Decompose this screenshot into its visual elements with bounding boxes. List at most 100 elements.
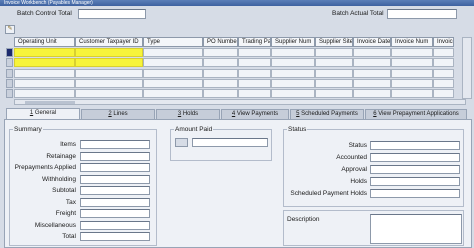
grid-cell[interactable]	[315, 69, 353, 78]
grid-cell[interactable]	[14, 58, 75, 67]
grid-cell[interactable]	[433, 79, 454, 88]
grid-cell[interactable]	[433, 58, 454, 67]
status-row-field[interactable]	[370, 141, 460, 150]
grid-cell[interactable]	[433, 48, 454, 57]
grid-cell[interactable]	[353, 69, 391, 78]
scroll-thumb[interactable]	[25, 101, 75, 104]
grid-cell[interactable]	[353, 48, 391, 57]
grid-cell[interactable]	[315, 48, 353, 57]
column-header-invoice[interactable]: Invoice	[433, 37, 454, 47]
grid-cell[interactable]	[271, 48, 315, 57]
grid-cell[interactable]	[75, 79, 143, 88]
grid-cell[interactable]	[391, 89, 433, 98]
grid-cell[interactable]	[315, 58, 353, 67]
grid-cell[interactable]	[271, 69, 315, 78]
tab-view-prepayment-applications-label: View Prepayment Applications	[376, 111, 459, 117]
grid-cell[interactable]	[143, 69, 203, 78]
tab-lines[interactable]: 2 Lines	[81, 109, 155, 119]
column-header-operating-unit[interactable]: Operating Unit	[14, 37, 75, 47]
grid-cell[interactable]	[433, 69, 454, 78]
grid-cell[interactable]	[75, 89, 143, 98]
grid-cell[interactable]	[353, 58, 391, 67]
grid-cell[interactable]	[75, 48, 143, 57]
column-header-trading-partner[interactable]: Trading Pa	[238, 37, 271, 47]
tab-general[interactable]: 1 General	[6, 108, 80, 119]
tab-scheduled-payments[interactable]: 5 Scheduled Payments	[290, 109, 364, 119]
grid-cell[interactable]	[143, 48, 203, 57]
summary-row-field[interactable]	[80, 174, 150, 184]
batch-control-total-field[interactable]	[78, 9, 146, 19]
batch-actual-total-label: Batch Actual Total	[332, 10, 384, 17]
grid-cell[interactable]	[203, 79, 238, 88]
column-header-type[interactable]: Type	[143, 37, 203, 47]
row-selector[interactable]	[6, 79, 13, 88]
grid-cell[interactable]	[391, 79, 433, 88]
summary-row-label: Subtotal	[52, 187, 76, 194]
grid-cell[interactable]	[353, 79, 391, 88]
grid-cell[interactable]	[238, 79, 271, 88]
summary-row-field[interactable]	[80, 151, 150, 161]
grid-cell[interactable]	[14, 48, 75, 57]
tab-view-payments[interactable]: 4 View Payments	[221, 109, 289, 119]
grid-cell[interactable]	[391, 69, 433, 78]
grid-cell[interactable]	[14, 79, 75, 88]
grid-cell[interactable]	[203, 89, 238, 98]
column-header-invoice-date[interactable]: Invoice Date	[353, 37, 391, 47]
grid-horizontal-scrollbar[interactable]	[14, 99, 466, 105]
column-header-supplier-site[interactable]: Supplier Site	[315, 37, 353, 47]
amount-paid-field[interactable]	[192, 138, 268, 147]
status-row-field[interactable]	[370, 177, 460, 186]
grid-cell[interactable]	[203, 58, 238, 67]
column-header-po-number[interactable]: PO Number	[203, 37, 238, 47]
summary-title: Summary	[13, 126, 43, 133]
batch-actual-total-field[interactable]	[387, 9, 457, 19]
grid-cell[interactable]	[75, 69, 143, 78]
row-selector[interactable]	[6, 89, 13, 98]
grid-vertical-scrollbar[interactable]	[462, 37, 472, 99]
grid-cell[interactable]	[315, 79, 353, 88]
row-selector[interactable]	[6, 48, 13, 57]
summary-row-field[interactable]	[80, 163, 150, 172]
status-row-field[interactable]	[370, 153, 460, 162]
grid-cell[interactable]	[203, 69, 238, 78]
description-field[interactable]	[370, 214, 462, 244]
grid-cell[interactable]	[271, 79, 315, 88]
tab-view-prepayment-applications[interactable]: 6 View Prepayment Applications	[365, 109, 467, 119]
row-selector[interactable]	[6, 58, 13, 67]
grid-cell[interactable]	[353, 89, 391, 98]
grid-cell[interactable]	[14, 69, 75, 78]
grid-cell[interactable]	[271, 58, 315, 67]
grid-cell[interactable]	[238, 58, 271, 67]
tab-holds[interactable]: 3 Holds	[156, 109, 220, 119]
grid-cell[interactable]	[238, 48, 271, 57]
grid-cell[interactable]	[391, 48, 433, 57]
summary-row-field[interactable]	[80, 209, 150, 218]
row-selector[interactable]	[6, 69, 13, 78]
grid-cell[interactable]	[14, 89, 75, 98]
column-header-invoice-num[interactable]: Invoice Num	[391, 37, 433, 47]
grid-cell[interactable]	[315, 89, 353, 98]
summary-row-field[interactable]	[80, 197, 150, 207]
summary-row-label: Withholding	[42, 175, 76, 183]
grid-cell[interactable]	[143, 79, 203, 88]
summary-row-field[interactable]	[80, 220, 150, 230]
grid-cell[interactable]	[433, 89, 454, 98]
status-row-field[interactable]	[370, 189, 460, 198]
summary-row-field[interactable]	[80, 140, 150, 149]
grid-cell[interactable]	[391, 58, 433, 67]
folder-tool-icon[interactable]: ✎	[5, 25, 15, 34]
grid-cell[interactable]	[75, 58, 143, 67]
grid-cell[interactable]	[143, 58, 203, 67]
summary-row-field[interactable]	[80, 232, 150, 241]
column-header-supplier-num[interactable]: Supplier Num	[271, 37, 315, 47]
status-row-field[interactable]	[370, 165, 460, 174]
summary-row-field[interactable]	[80, 186, 150, 195]
grid-cell[interactable]	[238, 69, 271, 78]
grid-cell[interactable]	[271, 89, 315, 98]
grid-cell[interactable]	[143, 89, 203, 98]
amount-paid-currency-field[interactable]	[175, 138, 188, 147]
grid-cell[interactable]	[203, 48, 238, 57]
column-header-customer-taxpayer-id[interactable]: Customer Taxpayer ID	[75, 37, 143, 47]
grid-cell[interactable]	[238, 89, 271, 98]
status-row-label: Approval	[341, 166, 367, 173]
